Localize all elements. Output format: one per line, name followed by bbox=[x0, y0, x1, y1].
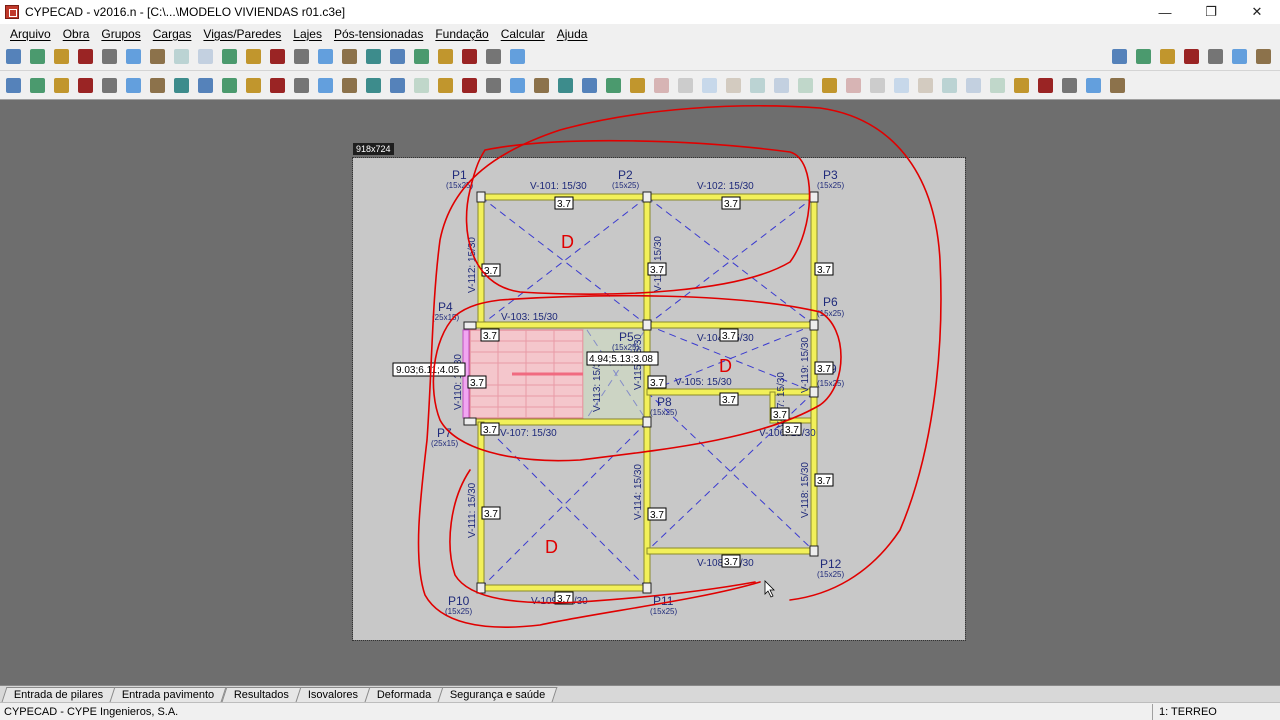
column-name: P6 bbox=[823, 295, 838, 309]
beam[interactable] bbox=[646, 547, 815, 555]
beam[interactable] bbox=[643, 421, 651, 589]
status-floor: 1: TERREO bbox=[1152, 703, 1280, 720]
column[interactable] bbox=[809, 319, 819, 331]
load-tag: 3.7 bbox=[484, 509, 498, 520]
column[interactable] bbox=[642, 319, 652, 331]
load-tag: 3.7 bbox=[470, 378, 484, 389]
beam-label: V-119: 15/30 bbox=[800, 337, 811, 393]
annotation-mark: D bbox=[545, 537, 558, 557]
stair-tag-mid: 4.94;5.13;3.08 bbox=[589, 354, 653, 365]
load-tag: 3.7 bbox=[724, 557, 738, 568]
column-name: P2 bbox=[618, 168, 633, 182]
column[interactable] bbox=[463, 321, 477, 330]
beam[interactable] bbox=[810, 391, 818, 552]
load-tag: 3.7 bbox=[483, 331, 497, 342]
status-bar: CYPECAD - CYPE Ingenieros, S.A. 1: TERRE… bbox=[0, 702, 1280, 720]
load-tag: 3.7 bbox=[785, 425, 799, 436]
tab-entrada-pilares[interactable]: Entrada de pilares bbox=[1, 687, 116, 702]
load-tag: 3.7 bbox=[817, 265, 831, 276]
tab-seguranca-saude[interactable]: Segurança e saúde bbox=[437, 687, 559, 702]
column-name: P8 bbox=[657, 395, 672, 409]
load-tag: 3.7 bbox=[483, 425, 497, 436]
column[interactable] bbox=[476, 191, 486, 203]
status-company: CYPECAD - CYPE Ingenieros, S.A. bbox=[4, 705, 179, 718]
tab-resultados[interactable]: Resultados bbox=[221, 687, 302, 702]
column[interactable] bbox=[642, 582, 652, 594]
mode-tabs: Entrada de pilares Entrada pavimento Res… bbox=[0, 685, 1280, 702]
column-dim: (15x25) bbox=[612, 181, 639, 190]
column[interactable] bbox=[809, 191, 819, 203]
load-tag: 3.7 bbox=[650, 378, 664, 389]
column[interactable] bbox=[642, 416, 652, 428]
annotation-mark: D bbox=[561, 232, 574, 252]
beam-label: V-107: 15/30 bbox=[500, 428, 557, 439]
load-tag: 3.7 bbox=[724, 199, 738, 210]
beam[interactable] bbox=[646, 321, 815, 329]
floor-plan-drawing[interactable]: P1 (15x25) P2 (15x25) P3 (15x25) P4 (25x… bbox=[0, 0, 1280, 720]
load-tag: 3.7 bbox=[650, 265, 664, 276]
beam-label: V-110: 15/30 bbox=[453, 354, 464, 410]
beam[interactable] bbox=[477, 196, 485, 326]
tab-isovalores[interactable]: Isovalores bbox=[295, 687, 371, 702]
beam-label: V-105: 15/30 bbox=[675, 377, 732, 388]
column-dim: (25x15) bbox=[432, 313, 459, 322]
tab-entrada-pavimento[interactable]: Entrada pavimento bbox=[109, 687, 228, 702]
load-tag: 3.7 bbox=[773, 410, 787, 421]
beam[interactable] bbox=[469, 321, 648, 329]
column-name: P5 bbox=[619, 330, 634, 344]
beam[interactable] bbox=[810, 196, 818, 326]
column-dim: (25x15) bbox=[431, 439, 458, 448]
beam-label: V-101: 15/30 bbox=[530, 181, 587, 192]
beam[interactable] bbox=[480, 584, 648, 592]
load-tag: 3.7 bbox=[650, 510, 664, 521]
column[interactable] bbox=[642, 191, 652, 203]
column-dim: (15x25) bbox=[650, 607, 677, 616]
column-dim: (15x25) bbox=[445, 607, 472, 616]
beam[interactable] bbox=[477, 421, 485, 589]
column-name: P10 bbox=[448, 594, 470, 608]
load-tag: 3.7 bbox=[817, 476, 831, 487]
beam-label: V-102: 15/30 bbox=[697, 181, 754, 192]
load-tag: 3.7 bbox=[722, 331, 736, 342]
beam-label: V-111: 15/30 bbox=[467, 482, 478, 538]
column-dim: (15x25) bbox=[817, 181, 844, 190]
column-name: P1 bbox=[452, 168, 467, 182]
load-tag: 3.7 bbox=[557, 199, 571, 210]
column-dim: (15x25) bbox=[817, 379, 844, 388]
beam-label: V-103: 15/30 bbox=[501, 312, 558, 323]
column[interactable] bbox=[463, 417, 477, 426]
column-name: P3 bbox=[823, 168, 838, 182]
column[interactable] bbox=[809, 386, 819, 398]
column-dim: (15x25) bbox=[650, 408, 677, 417]
column-name: P12 bbox=[820, 557, 842, 571]
beam-label: V-112: 15/30 bbox=[467, 237, 478, 293]
column-name: P4 bbox=[438, 300, 453, 314]
column[interactable] bbox=[809, 545, 819, 557]
load-tag: 3.7 bbox=[722, 395, 736, 406]
column-dim: (15x25) bbox=[817, 570, 844, 579]
beam-label: V-118: 15/30 bbox=[800, 462, 811, 518]
tab-deformada[interactable]: Deformada bbox=[364, 687, 444, 702]
load-tag: 3.7 bbox=[817, 364, 831, 375]
beam-label: V-114: 15/30 bbox=[633, 464, 644, 520]
column[interactable] bbox=[476, 582, 486, 594]
beam[interactable] bbox=[643, 196, 651, 326]
stair-tag-left: 9.03;6.11;4.05 bbox=[396, 365, 460, 376]
annotation-mark: D bbox=[719, 356, 732, 376]
